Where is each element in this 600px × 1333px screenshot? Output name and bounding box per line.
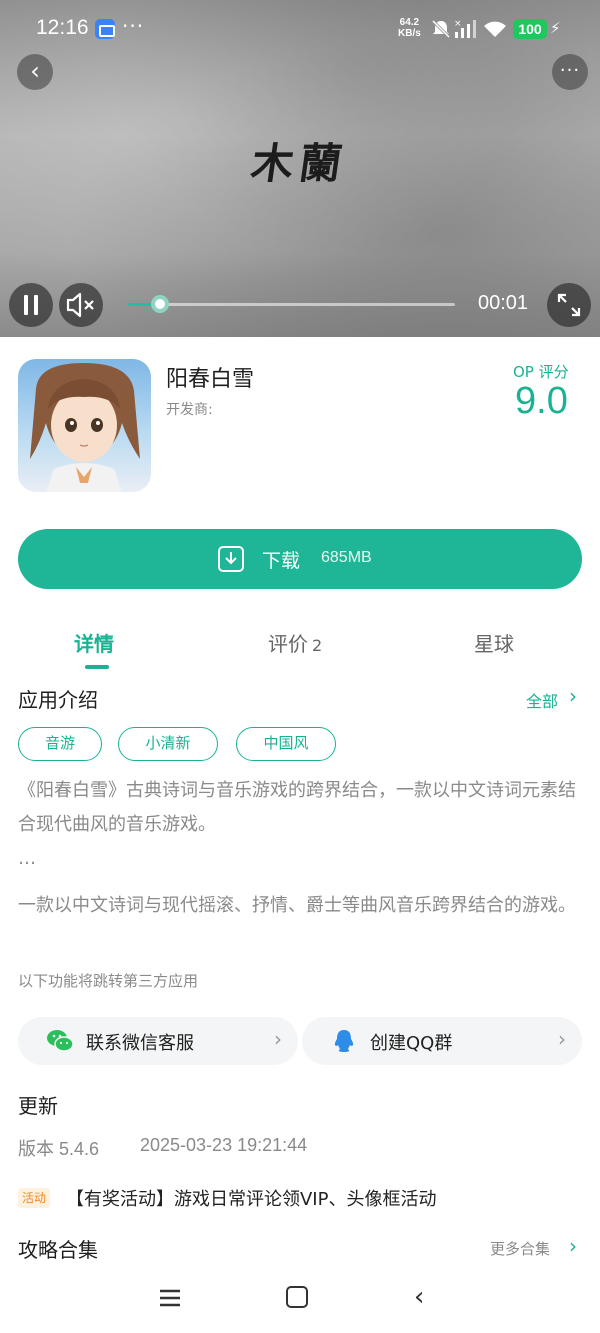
notification-app-icon <box>95 19 115 39</box>
chevron-right-icon[interactable]: › <box>569 1234 577 1258</box>
intro-title: 应用介绍 <box>18 688 98 712</box>
activity-link[interactable]: 【有奖活动】游戏日常评论领VIP、头像框活动 <box>66 1185 436 1211</box>
app-character-image <box>30 363 140 492</box>
signal-icon: × <box>454 19 476 38</box>
wechat-service-label: 联系微信客服 <box>86 1033 194 1054</box>
score-label: OP 评分 <box>513 363 569 381</box>
battery-indicator: 100 <box>513 19 547 39</box>
status-bar: 12:16 ··· 64.2 KB/s × 100 ⚡ <box>0 0 600 60</box>
network-speed: 64.2 KB/s <box>398 17 421 39</box>
download-button[interactable]: 下载 685MB <box>18 529 582 589</box>
chevron-right-icon[interactable]: › <box>569 684 577 708</box>
download-size: 685MB <box>321 549 372 566</box>
chevron-right-icon: › <box>274 1027 282 1051</box>
svg-text:×: × <box>454 19 462 29</box>
more-dots-icon: ··· <box>559 60 581 81</box>
tab-planet[interactable]: 星球 <box>474 628 514 657</box>
intro-ellipsis: … <box>18 848 36 869</box>
network-speed-value: 64.2 <box>399 17 420 28</box>
app-name: 阳春白雪 <box>166 367 255 392</box>
tag-fresh[interactable]: 小清新 <box>118 727 218 761</box>
tab-active-indicator <box>85 665 109 669</box>
tag-music-game[interactable]: 音游 <box>18 727 102 761</box>
intro-description-1: 《阳春白雪》古典诗词与音乐游戏的跨界结合，一款以中文诗词元素结合现代曲风的音乐游… <box>18 780 576 835</box>
system-nav-bar: ‹ <box>0 1270 600 1333</box>
tab-planet-label: 星球 <box>474 632 514 656</box>
video-current-time: 00:01 <box>478 292 529 314</box>
more-options-button[interactable]: ··· <box>552 54 588 90</box>
pause-icon <box>24 295 38 315</box>
charging-icon: ⚡ <box>550 19 561 37</box>
video-title: 木蘭 <box>248 139 352 188</box>
download-label: 下载 <box>262 550 301 572</box>
tab-details-label: 详情 <box>74 632 114 656</box>
pause-button[interactable] <box>9 283 53 327</box>
recent-apps-icon[interactable] <box>158 1286 182 1310</box>
tab-reviews-count: 2 <box>312 636 323 655</box>
nav-back-icon[interactable]: ‹ <box>414 1282 424 1312</box>
chevron-left-icon: ‹ <box>30 57 40 85</box>
home-icon[interactable] <box>286 1286 308 1308</box>
back-button[interactable]: ‹ <box>17 54 53 90</box>
wechat-service-button[interactable]: 联系微信客服 › <box>18 1017 298 1065</box>
qq-group-button[interactable]: 创建QQ群 › <box>302 1017 582 1065</box>
video-progress-thumb[interactable] <box>150 295 169 313</box>
wechat-icon <box>47 1030 74 1052</box>
tag-chinese-style[interactable]: 中国风 <box>236 727 336 761</box>
mute-button[interactable] <box>59 283 103 327</box>
update-date: 2025-03-23 19:21:44 <box>140 1135 308 1155</box>
tab-reviews[interactable]: 评价 2 <box>268 628 322 657</box>
video-progress-bar[interactable] <box>127 295 455 313</box>
app-icon <box>18 359 151 492</box>
intro-all-link[interactable]: 全部 <box>526 688 558 712</box>
bell-muted-icon <box>431 19 451 39</box>
third-party-note: 以下功能将跳转第三方应用 <box>18 972 199 990</box>
qq-icon <box>334 1030 354 1052</box>
update-title: 更新 <box>18 1094 58 1118</box>
wifi-icon <box>484 21 506 37</box>
status-more-dots: ··· <box>122 14 145 38</box>
update-version: 版本 5.4.6 <box>18 1139 100 1159</box>
status-time: 12:16 <box>36 16 89 39</box>
activity-badge: 活动 <box>18 1188 51 1208</box>
chevron-right-icon: › <box>558 1027 566 1051</box>
developer-label: 开发商: <box>166 402 213 418</box>
video-player[interactable]: 12:16 ··· 64.2 KB/s × 100 ⚡ ‹ ··· 木蘭 00:… <box>0 0 600 337</box>
more-guides-link[interactable]: 更多合集 <box>490 1238 550 1259</box>
score-value: 9.0 <box>515 380 568 422</box>
download-icon <box>218 546 244 572</box>
expand-icon <box>557 293 581 317</box>
tab-reviews-label: 评价 <box>268 632 308 656</box>
speaker-muted-icon <box>66 292 94 318</box>
network-speed-unit: KB/s <box>398 28 421 39</box>
guides-title: 攻略合集 <box>18 1238 98 1262</box>
fullscreen-button[interactable] <box>547 283 591 327</box>
tab-details[interactable]: 详情 <box>74 628 114 657</box>
qq-group-label: 创建QQ群 <box>370 1033 453 1054</box>
intro-description-2: 一款以中文诗词与现代摇滚、抒情、爵士等曲风音乐跨界结合的游戏。 <box>18 895 576 916</box>
